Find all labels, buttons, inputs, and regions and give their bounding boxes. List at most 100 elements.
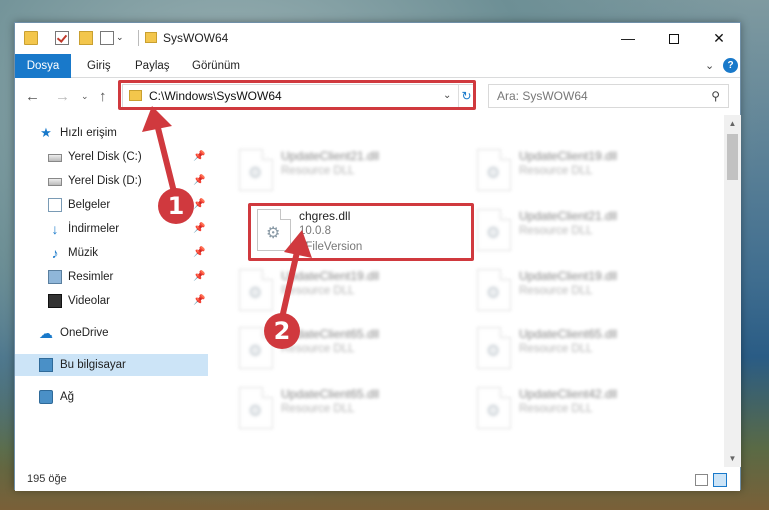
disk-icon <box>48 178 62 186</box>
toolbar-separator <box>138 30 139 46</box>
sidebar-item-label: Bu bilgisayar <box>60 359 126 371</box>
file-name: UpdateClient21.dll <box>519 209 618 223</box>
sidebar-item-this-pc[interactable]: Bu bilgisayar <box>15 354 208 376</box>
file-name: UpdateClient65.dll <box>519 327 618 341</box>
new-folder-icon[interactable] <box>79 31 93 45</box>
cloud-icon: ☁ <box>39 325 53 341</box>
pin-icon[interactable]: 📌 <box>193 218 205 240</box>
file-name: UpdateClient19.dll <box>519 149 618 163</box>
sidebar-item-onedrive[interactable]: ☁ OneDrive <box>15 322 208 344</box>
gear-icon: ⚙ <box>248 343 263 360</box>
search-placeholder: Ara: SysWOW64 <box>497 89 588 103</box>
minimize-button[interactable]: — <box>605 23 651 54</box>
sidebar-item-pictures[interactable]: Resimler 📌 <box>15 266 208 288</box>
file-annotation-box <box>248 203 474 261</box>
maximize-icon <box>669 34 679 45</box>
sidebar-item-network[interactable]: Ağ <box>15 386 208 408</box>
file-name: UpdateClient42.dll <box>519 387 618 401</box>
file-name: UpdateClient21.dll <box>281 149 380 163</box>
maximize-button[interactable] <box>651 23 697 54</box>
close-button[interactable]: ✕ <box>696 23 742 54</box>
scroll-thumb[interactable] <box>727 134 738 180</box>
file-type: Resource DLL <box>519 403 593 415</box>
sidebar-item-videos[interactable]: Videolar 📌 <box>15 290 208 312</box>
search-input[interactable]: Ara: SysWOW64 ⚲ <box>488 84 729 108</box>
video-icon <box>48 294 62 308</box>
pin-icon[interactable]: 📌 <box>193 170 205 192</box>
sidebar-item-label: OneDrive <box>60 327 109 339</box>
ribbon-tabs: Dosya Giriş Paylaş Görünüm ⌄ ? <box>15 54 740 78</box>
sidebar-item-quick-access[interactable]: ★ Hızlı erişim <box>15 122 208 144</box>
list-item[interactable]: ⚙ UpdateClient21.dll Resource DLL <box>471 203 696 259</box>
sidebar-item-label: Videolar <box>68 295 110 307</box>
quick-access-dropdown-icon[interactable]: ⌄ <box>116 32 124 43</box>
file-name: UpdateClient65.dll <box>281 387 380 401</box>
scroll-up-icon[interactable]: ▲ <box>724 115 741 132</box>
back-button[interactable]: ← <box>25 88 40 105</box>
up-button[interactable]: ↑ <box>99 88 107 105</box>
network-icon <box>39 390 53 404</box>
help-icon[interactable]: ? <box>723 58 738 73</box>
sidebar-item-label: Hızlı erişim <box>60 127 117 139</box>
details-view-icon[interactable] <box>695 474 708 486</box>
pin-icon[interactable]: 📌 <box>193 146 205 168</box>
properties-check-icon[interactable] <box>55 31 69 45</box>
dll-file-icon: ⚙ <box>477 209 511 251</box>
gear-icon: ⚙ <box>248 403 263 420</box>
sidebar-item-label: Belgeler <box>68 199 111 211</box>
pin-icon[interactable]: 📌 <box>193 194 205 216</box>
sidebar-item-label: Müzik <box>68 247 99 259</box>
dll-file-icon: ⚙ <box>239 387 273 429</box>
list-item[interactable]: ⚙ UpdateClient19.dll Resource DLL <box>233 263 458 319</box>
gear-icon: ⚙ <box>486 165 501 182</box>
gear-icon: ⚙ <box>486 403 501 420</box>
tiles-view-icon[interactable] <box>713 473 727 487</box>
gear-icon: ⚙ <box>248 285 263 302</box>
step-marker-2: 2 <box>264 313 300 349</box>
vertical-scrollbar[interactable]: ▲ ▼ <box>724 115 741 467</box>
file-type: Resource DLL <box>519 285 593 297</box>
tab-view[interactable]: Görünüm <box>182 54 250 78</box>
document-icon <box>48 198 62 212</box>
tab-home[interactable]: Giriş <box>77 54 121 78</box>
file-name: UpdateClient19.dll <box>281 269 380 283</box>
gear-icon: ⚙ <box>248 165 263 182</box>
folder-icon <box>24 31 38 45</box>
list-item[interactable]: ⚙ UpdateClient19.dll Resource DLL <box>471 143 696 199</box>
sidebar-item-music[interactable]: ♪ Müzik 📌 <box>15 242 208 264</box>
sidebar-item-local-disk-c[interactable]: Yerel Disk (C:) 📌 <box>15 146 208 168</box>
dll-file-icon: ⚙ <box>239 149 273 191</box>
ribbon-expand-icon[interactable]: ⌄ <box>705 59 714 72</box>
recent-locations-button[interactable]: ⌄ <box>81 91 89 102</box>
search-icon[interactable]: ⚲ <box>711 89 720 103</box>
gear-icon: ⚙ <box>486 225 501 242</box>
dll-file-icon: ⚙ <box>477 387 511 429</box>
file-type: Resource DLL <box>281 165 355 177</box>
file-type: Resource DLL <box>281 403 355 415</box>
list-item[interactable]: ⚙ UpdateClient21.dll Resource DLL <box>233 143 458 199</box>
list-item[interactable]: ⚙ UpdateClient19.dll Resource DLL <box>471 263 696 319</box>
list-item[interactable]: ⚙ UpdateClient65.dll Resource DLL <box>233 381 458 437</box>
sidebar-item-label: İndirmeler <box>68 223 120 235</box>
quick-access-customize-icon[interactable] <box>100 31 114 45</box>
scroll-down-icon[interactable]: ▼ <box>724 450 741 467</box>
folder-icon <box>145 32 157 43</box>
status-bar: 195 öğe <box>15 469 740 491</box>
pictures-icon <box>48 270 62 284</box>
dll-file-icon: ⚙ <box>477 327 511 369</box>
file-list: ⚙ UpdateClient21.dll Resource DLL ⚙ Upda… <box>211 115 721 467</box>
file-type: Resource DLL <box>519 225 593 237</box>
pin-icon[interactable]: 📌 <box>193 290 205 312</box>
forward-button[interactable]: → <box>55 88 70 105</box>
disk-icon <box>48 154 62 162</box>
tab-share[interactable]: Paylaş <box>125 54 180 78</box>
pin-icon[interactable]: 📌 <box>193 242 205 264</box>
list-item[interactable]: ⚙ UpdateClient65.dll Resource DLL <box>471 321 696 377</box>
dll-file-icon: ⚙ <box>477 269 511 311</box>
tab-file[interactable]: Dosya <box>15 54 71 78</box>
computer-icon <box>39 358 53 372</box>
pin-icon[interactable]: 📌 <box>193 266 205 288</box>
list-item[interactable]: ⚙ UpdateClient42.dll Resource DLL <box>471 381 696 437</box>
file-explorer-window: ⌄ SysWOW64 — ✕ Dosya Giriş Paylaş Görünü… <box>14 22 741 491</box>
title-bar: ⌄ SysWOW64 — ✕ <box>15 23 740 54</box>
